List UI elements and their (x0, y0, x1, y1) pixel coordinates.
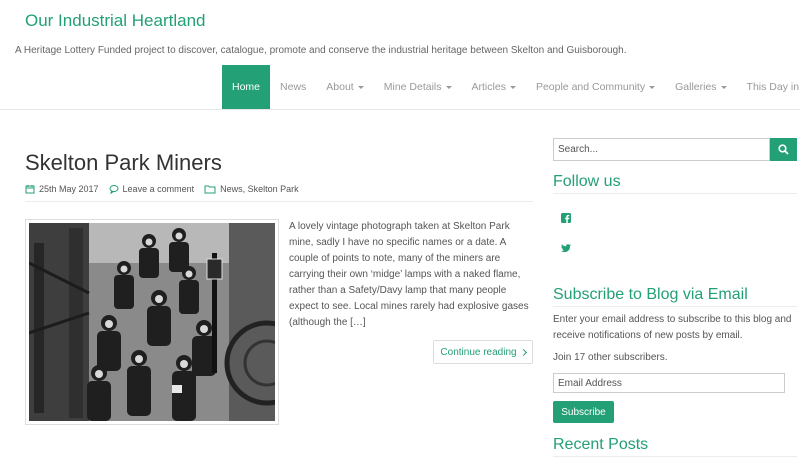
meta-divider (25, 201, 533, 202)
continue-reading-button[interactable]: Continue reading (433, 340, 533, 364)
nav-mine-details-label: Mine Details (383, 81, 442, 93)
caret-down-icon (649, 85, 656, 89)
caret-down-icon (357, 85, 364, 89)
subscribe-description: Enter your email address to subscribe to… (553, 314, 792, 341)
post-title[interactable]: Skelton Park Miners (25, 150, 222, 176)
nav-galleries-label: Galleries (675, 81, 717, 93)
header-divider (0, 109, 800, 110)
nav-about[interactable]: About (316, 65, 373, 109)
nav-this-day-label: This Day in History (746, 81, 800, 93)
nav-news-label: News (280, 81, 307, 93)
nav-galleries[interactable]: Galleries (665, 65, 736, 109)
nav-about-label: About (326, 81, 354, 93)
facebook-icon[interactable] (561, 213, 571, 223)
post-excerpt: A lovely vintage photograph taken at Ske… (289, 221, 529, 328)
miners-photo (29, 223, 275, 421)
email-field[interactable] (553, 373, 785, 393)
follow-us-title: Follow us (553, 173, 621, 190)
continue-reading-label: Continue reading (440, 346, 517, 358)
nav-articles-label: Articles (471, 81, 506, 93)
nav-news[interactable]: News (270, 65, 316, 109)
comment-icon (109, 185, 119, 194)
nav-home-label: Home (232, 81, 261, 93)
caret-down-icon (445, 85, 452, 89)
nav-mine-details[interactable]: Mine Details (374, 65, 462, 109)
recent-posts-divider (553, 456, 797, 457)
search-icon (778, 144, 789, 155)
search-input[interactable] (553, 138, 770, 161)
subscriber-count: Join 17 other subscribers. (553, 352, 668, 363)
subscribe-divider (553, 306, 797, 307)
calendar-icon (25, 185, 35, 194)
post-meta: 25th May 2017 Leave a comment News, Skel… (25, 184, 299, 194)
folder-icon (204, 185, 216, 194)
follow-divider (553, 193, 797, 194)
twitter-icon[interactable] (561, 244, 571, 253)
site-title[interactable]: Our Industrial Heartland (25, 11, 205, 31)
post-categories[interactable]: News, Skelton Park (220, 184, 299, 194)
caret-down-icon (720, 85, 727, 89)
site-description: A Heritage Lottery Funded project to dis… (15, 45, 627, 56)
caret-down-icon (509, 85, 516, 89)
chevron-right-icon (519, 348, 527, 356)
search-button[interactable] (770, 138, 797, 161)
nav-people-community[interactable]: People and Community (526, 65, 665, 109)
recent-posts-title: Recent Posts (553, 436, 649, 453)
nav-articles[interactable]: Articles (462, 65, 526, 109)
post-thumbnail[interactable] (25, 219, 279, 425)
subscribe-button[interactable]: Subscribe (553, 401, 614, 423)
leave-comment-link[interactable]: Leave a comment (123, 184, 195, 194)
nav-home[interactable]: Home (222, 65, 271, 109)
main-nav: Home News About Mine Details Articles Pe… (222, 65, 800, 109)
nav-this-day[interactable]: This Day in History (737, 65, 800, 109)
post-date[interactable]: 25th May 2017 (39, 184, 99, 194)
nav-people-label: People and Community (535, 81, 646, 93)
subscribe-title: Subscribe to Blog via Email (553, 286, 748, 303)
